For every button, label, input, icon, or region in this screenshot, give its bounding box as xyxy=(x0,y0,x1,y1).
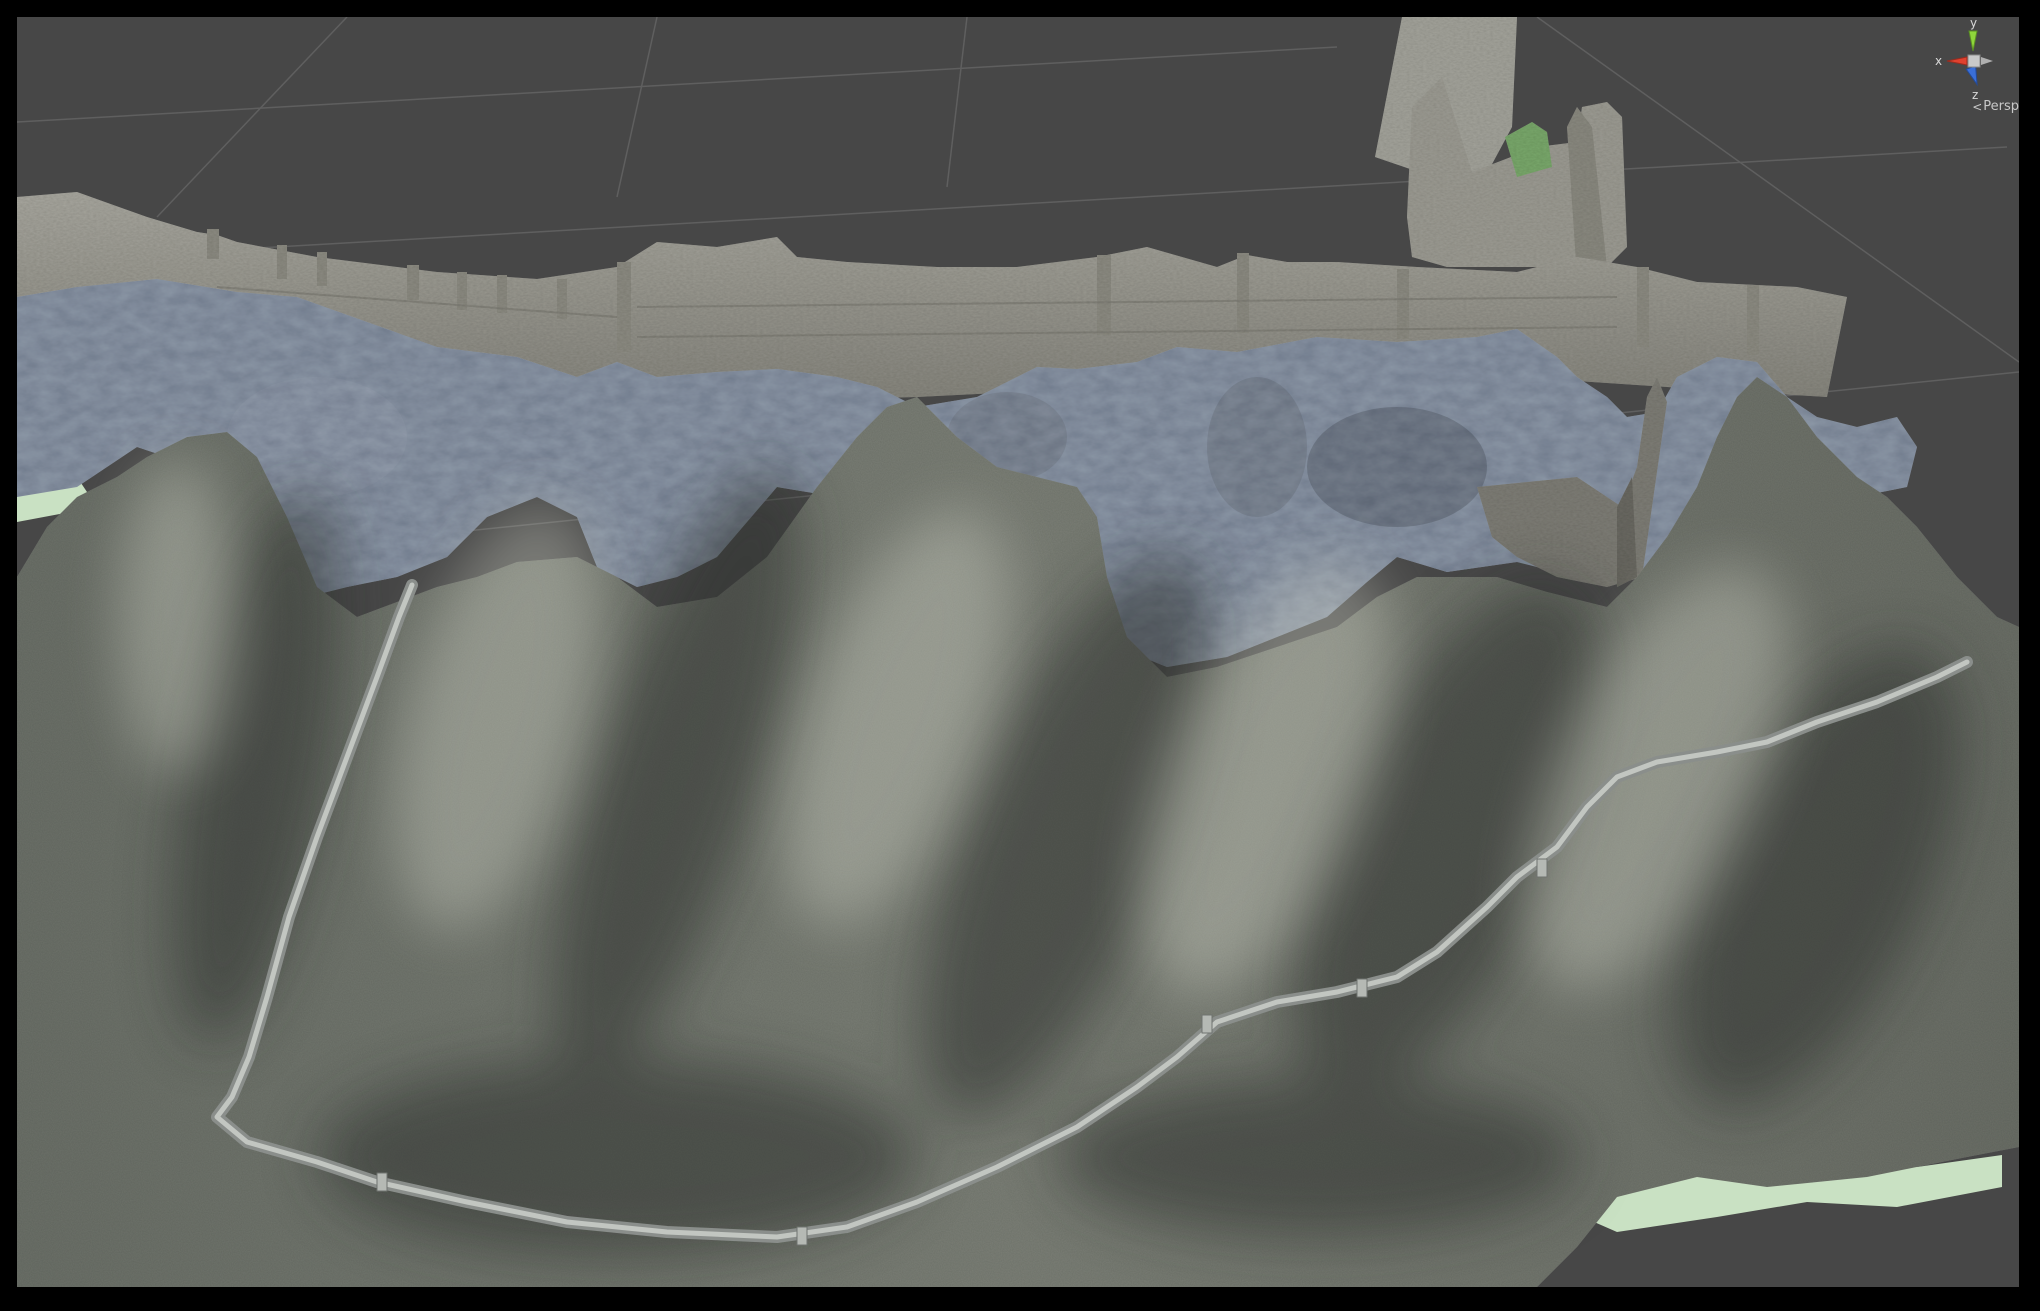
gizmo-z-cone[interactable] xyxy=(1965,65,1982,87)
projection-label: Persp xyxy=(1983,99,2019,114)
scene-canvas[interactable] xyxy=(17,17,2019,1287)
gizmo-y-label: y xyxy=(1970,17,1978,30)
chevron-left-icon: < xyxy=(1972,99,1983,114)
scene-viewport-frame: x y z < Persp xyxy=(0,0,2040,1311)
orientation-gizmo[interactable]: x y z < Persp xyxy=(1929,17,2019,127)
gizmo-center-cube[interactable] xyxy=(1967,54,1981,68)
projection-toggle[interactable]: < Persp xyxy=(1972,99,2019,114)
scene-view[interactable]: x y z < Persp xyxy=(17,17,2019,1287)
castle-keep xyxy=(1375,17,1627,277)
gizmo-x-cone[interactable] xyxy=(1946,56,1968,66)
gizmo-neg-x-cone[interactable] xyxy=(1981,57,1993,65)
gizmo-y-cone[interactable] xyxy=(1968,30,1978,52)
gizmo-x-label: x xyxy=(1935,54,1943,68)
